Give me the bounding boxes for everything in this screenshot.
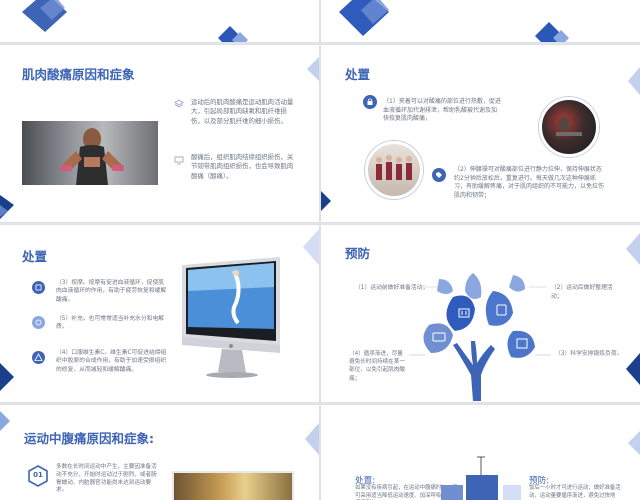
- gym-photo: [539, 97, 599, 157]
- corner-decor: [305, 423, 319, 455]
- corner-decor: [0, 411, 10, 431]
- corner-decor: [303, 229, 319, 265]
- bullet-icon: [32, 351, 45, 364]
- layers-icon: [174, 99, 184, 109]
- corner-decor: [626, 353, 640, 385]
- athlete-photo: [22, 121, 158, 185]
- item-text: （4）口服维生素C。维生素C可促进结缔组织中胶原的合成作用，有助于加速受损组织的…: [56, 350, 167, 373]
- item-text: 多数在长时间运动中产生，主要因准备活动不充分，开始时运动过于剧烈，或者肠胃蠕动、…: [56, 464, 157, 494]
- slide-prevention: 预防 （1）运动前做好准备活动； （2）运动后做好整理活动； （4）循序渐进，尽…: [321, 225, 640, 402]
- prev-slide-right: [321, 0, 640, 42]
- center-diagram: [441, 456, 521, 500]
- slide-title: 处置: [345, 67, 371, 82]
- corner-decor: [628, 431, 640, 455]
- slide-treatment-1: 处置 （1）夹着可以对酸痛的部位进行热敷，促进血液循环加代谢排泄，帮助乳酸被代谢…: [321, 45, 640, 222]
- number-badge: 01: [28, 465, 48, 487]
- slide-muscle-soreness: 肌肉酸痛原因和症象 运动后的肌肉酸痛是运动肌肉活动量大，引起局部肌肉缺氧和肌纤维…: [0, 45, 319, 222]
- corner-decor: [0, 363, 14, 391]
- item-text: （2）伸腰操可对酸痛部位进行静力拉伸，保持伸展状态约2分钟后放松后，重复进行。每…: [454, 166, 605, 199]
- prev-slide-left: [0, 0, 319, 42]
- decor-shapes: [339, 0, 569, 42]
- corner-decor: [0, 195, 14, 219]
- slide-title: 处置: [22, 249, 48, 264]
- bullet-icon: [32, 281, 45, 294]
- lock-icon: [363, 95, 377, 109]
- item-text: 酸痛后，组织肌肉结缔组织损伤，关节韧带肌肉组织损伤，也会导致肌肉酸痛（酸痛）。: [191, 153, 294, 180]
- item-text: 运动后的肌肉酸痛是运动肌肉活动量大，引起局部肌肉缺氧和肌纤维损伤，以及部分肌纤维…: [191, 98, 294, 125]
- corner-decor: [626, 233, 640, 265]
- corner-decor: [321, 191, 331, 211]
- slide-abdominal-treatment: 处置: 如果没有疾病引起，在运动中腹痛时，一般可采用适当降低运动速度、加深呼吸，…: [321, 405, 640, 500]
- monitor-icon: [174, 155, 184, 165]
- slide-title: 肌肉酸痛原因和症象: [22, 67, 135, 82]
- slide-treatment-2: 处置 （3）按摩。按摩有促进血液循环，促使肌肉血液循环的作用，有助于疲劳恢复和缓…: [0, 225, 319, 402]
- corner-decor: [628, 67, 640, 95]
- tree-diagram: [409, 273, 551, 401]
- slide-title: 运动中腹痛原因和症象:: [24, 431, 154, 446]
- number-label: 01: [33, 471, 43, 479]
- item-text: （5）补充。也可常常适当补充水分和电解质。: [56, 316, 165, 331]
- bullet-icon: [32, 316, 45, 329]
- runner-photo: [172, 471, 294, 500]
- slide-abdominal-pain: 运动中腹痛原因和症象: 01 多数在长时间运动中产生，主要因准备活动不充分，开始…: [0, 405, 319, 500]
- imac-illustration: [176, 257, 288, 383]
- corner-decor: [307, 57, 319, 81]
- decor-shapes: [22, 0, 248, 42]
- tag-icon: [432, 168, 446, 182]
- item-text: （3）按摩。按摩有促进血液循环，促使肌肉血液循环的作用，有助于疲劳恢复和缓解酸痛…: [56, 280, 167, 303]
- item-text: （1）夹着可以对酸痛的部位进行热敷，促进血液循环加代谢排泄，帮助乳酸被代谢及加快…: [383, 98, 501, 123]
- class-photo: [365, 141, 423, 199]
